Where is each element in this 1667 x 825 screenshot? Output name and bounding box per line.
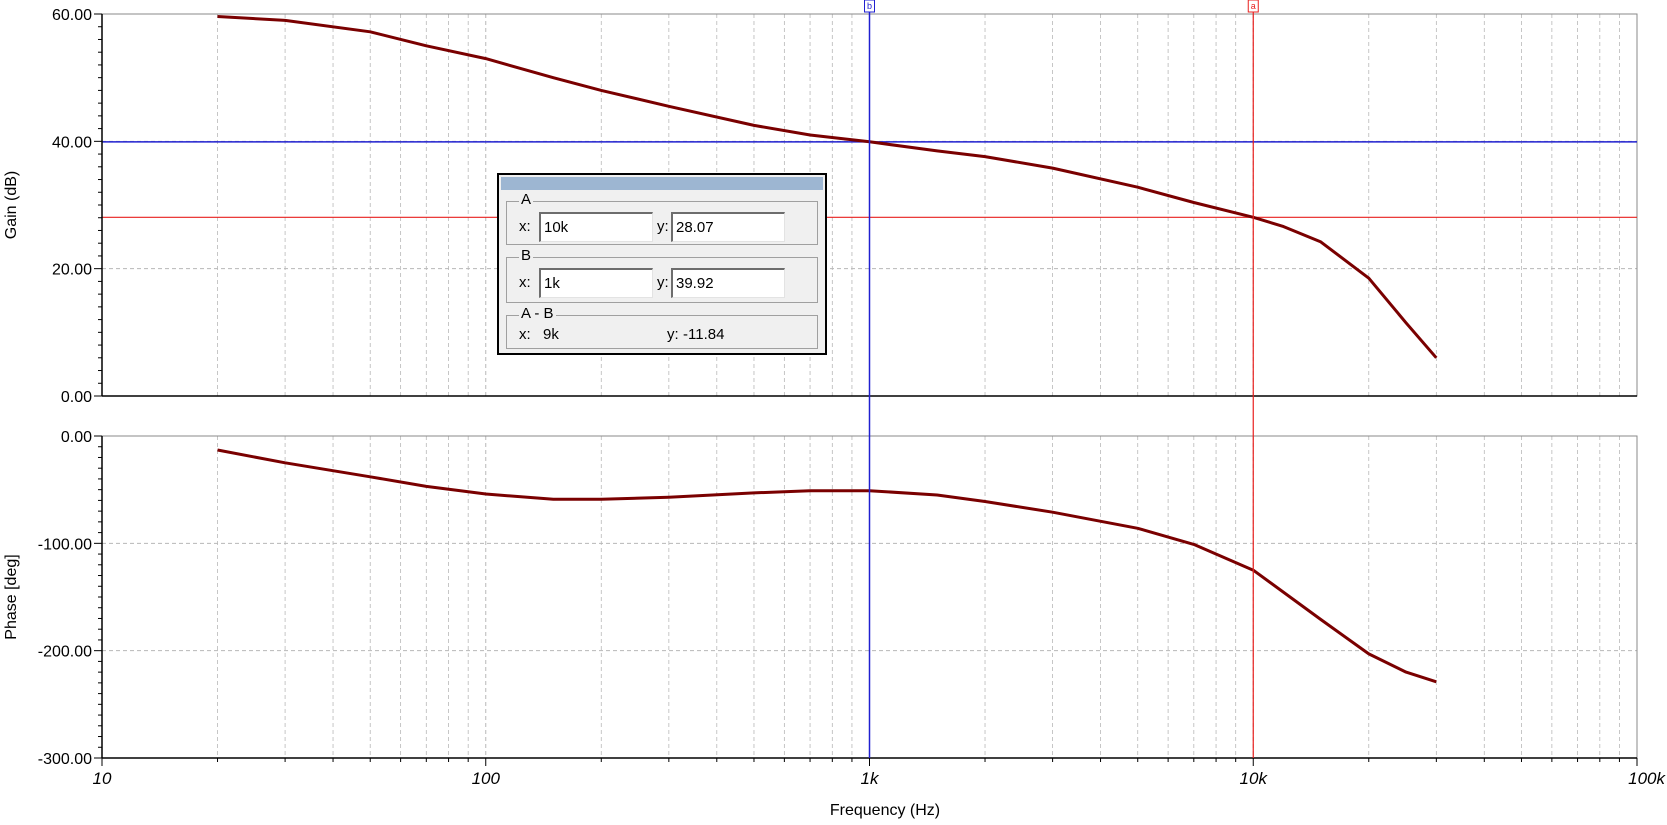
gain-y-tick-label: 60.00 [52,7,92,24]
cursor-b-x-field[interactable]: 1k [539,268,653,298]
x-tick-label: 100k [1628,769,1666,788]
cursor-a-handle-label: a [1251,1,1256,11]
cursor-panel-titlebar[interactable] [501,177,823,190]
gain-y-tick-label: 40.00 [52,134,92,151]
cursor-diff-y-value: -11.84 [683,326,725,343]
cursor-b-y-field[interactable]: 39.92 [671,268,785,298]
frequency-axis-label: Frequency (Hz) [830,802,940,819]
cursor-b-group: B x: 1k y: 39.92 [506,248,818,303]
cursor-readout-panel[interactable]: A x: 10k y: 28.07 B x: 1k y: 39.92 A - B… [497,173,827,355]
cursor-a-handle[interactable]: a [1247,0,1259,13]
gain-y-tick-label: 20.00 [52,262,92,279]
x-tick-labels: 10 100 1k 10k 100k [93,769,1667,788]
gain-y-tick-label: 0.00 [61,389,92,406]
gain-axis-label: Gain (dB) [3,171,20,239]
gain-y-tick-labels: 60.00 40.00 20.00 0.00 [52,7,92,406]
cursor-a-x-field[interactable]: 10k [539,212,653,242]
cursor-b-x-label: x: [519,274,531,291]
cursor-b-handle-label: b [867,1,872,11]
cursor-b-handle[interactable]: b [864,0,875,13]
cursor-diff-group: A - B x: 9k y: -11.84 [506,306,818,349]
x-tick-label: 1k [861,769,880,788]
cursor-diff-x-label: x: [519,326,531,343]
x-tick-label: 10 [93,769,112,788]
cursor-a-x-label: x: [519,218,531,235]
x-tick-label: 100 [472,769,501,788]
cursor-a-y-label: y: [657,218,669,235]
phase-y-tick-label: -300.00 [38,751,92,768]
phase-y-tick-labels: 0.00 -100.00 -200.00 -300.00 [38,429,92,768]
phase-axis-label: Phase [deg] [3,554,20,639]
cursor-a-group: A x: 10k y: 28.07 [506,192,818,245]
phase-y-tick-label: 0.00 [61,429,92,446]
cursor-diff-group-title: A - B [519,305,556,322]
y-axis-minor-ticks [94,13,1638,766]
phase-y-tick-label: -100.00 [38,536,92,553]
cursor-b-y-label: y: [657,274,669,291]
bode-plot: b a 60.00 40.00 20.00 0.00 0.00 -100.00 -200.… [3,0,1667,819]
phase-y-tick-label: -200.00 [38,644,92,661]
cursor-a-y-field[interactable]: 28.07 [671,212,785,242]
cursor-b-group-title: B [519,247,534,264]
x-tick-label: 10k [1240,769,1269,788]
cursor-diff-y-label: y: [667,326,679,343]
cursor-a-group-title: A [519,191,534,208]
cursor-diff-x-value: 9k [543,326,559,343]
